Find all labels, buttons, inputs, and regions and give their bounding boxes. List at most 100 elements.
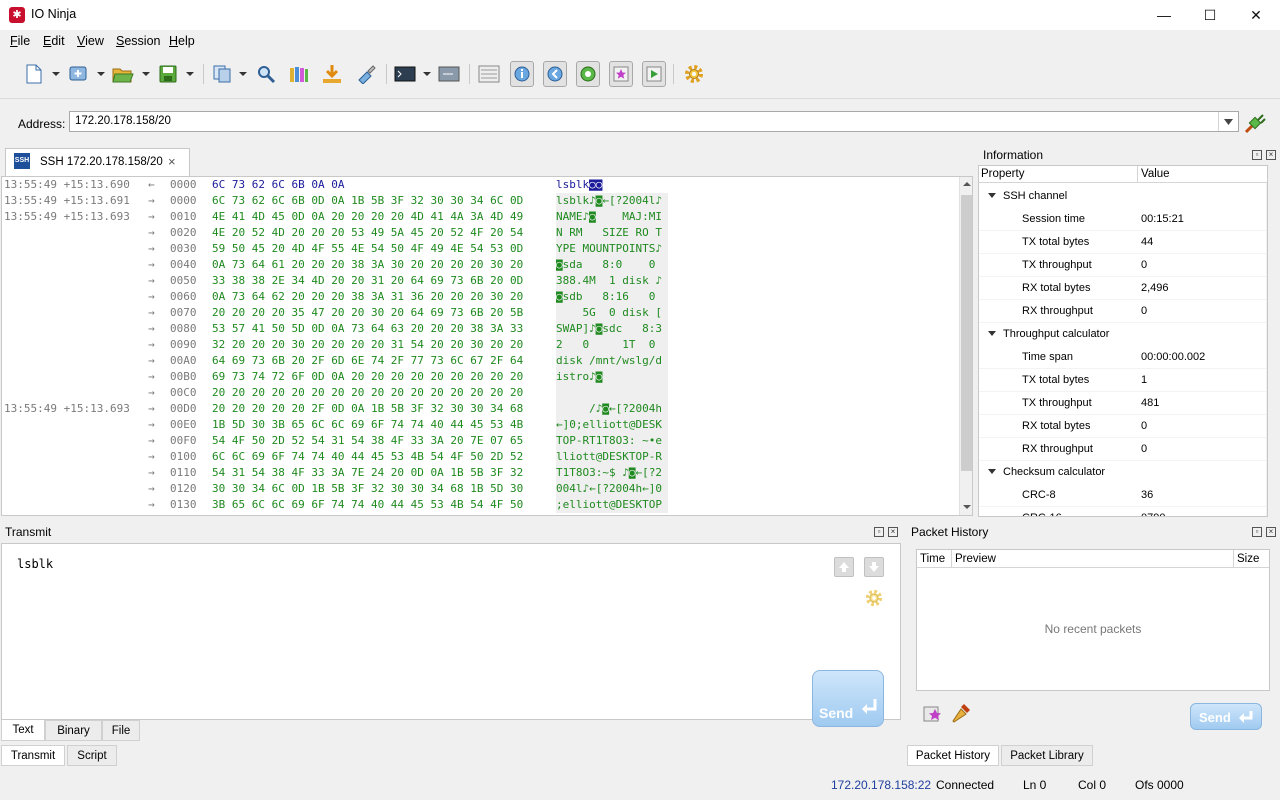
info-group-row[interactable]: Throughput calculator <box>979 323 1267 346</box>
transmit-text-area[interactable]: lsblk Send <box>1 543 901 727</box>
menu-help[interactable]: Help <box>169 34 195 48</box>
info-row[interactable]: TX total bytes 44 <box>979 231 1267 254</box>
log-row[interactable]: → 00B0 69 73 74 72 6F 0D 0A 20 20 20 20 20… <box>2 369 959 385</box>
session-tab[interactable]: SSH SSH 172.20.178.158/20 × <box>5 148 190 176</box>
float-panel-icon[interactable]: ▫ <box>874 527 884 537</box>
information-scrollbar[interactable] <box>1266 183 1268 516</box>
log-row[interactable]: 13:55:49 +15:13.693 → 00D0 20 20 20 20 20 2… <box>2 401 959 417</box>
back-icon[interactable] <box>543 61 567 87</box>
maximize-button[interactable]: ☐ <box>1187 0 1233 30</box>
add-to-library-icon[interactable] <box>922 703 944 728</box>
terminal-icon[interactable] <box>393 61 417 87</box>
info-group-row[interactable]: SSH channel <box>979 185 1267 208</box>
record-icon[interactable] <box>576 61 600 87</box>
new-session-icon[interactable] <box>22 61 46 87</box>
connect-plug-icon[interactable] <box>1243 111 1267 135</box>
settings-gear-icon[interactable] <box>682 61 706 87</box>
address-input[interactable]: 172.20.178.158/20 <box>75 115 171 127</box>
menu-file[interactable]: File <box>10 34 30 48</box>
info-row[interactable]: Time span 00:00:00.002 <box>979 346 1267 369</box>
close-panel-icon[interactable]: × <box>888 527 898 537</box>
new-plugin-dropdown-icon[interactable] <box>97 72 105 76</box>
log-row[interactable]: → 00C0 20 20 20 20 20 20 20 20 20 20 20 20… <box>2 385 959 401</box>
log-view[interactable]: 13:55:49 +15:13.690 ← 0000 6C 73 62 6C 6B 0… <box>1 176 973 516</box>
log-row[interactable]: → 0050 33 38 38 2E 34 4D 20 20 31 20 64 69… <box>2 273 959 289</box>
tab-file[interactable]: File <box>102 720 140 741</box>
terminal-dropdown-icon[interactable] <box>423 72 431 76</box>
close-tab-icon[interactable]: × <box>168 154 176 169</box>
log-row[interactable]: 13:55:49 +15:13.690 ← 0000 6C 73 62 6C 6B 0… <box>2 177 959 193</box>
tab-packet-history[interactable]: Packet History <box>907 745 999 766</box>
transmit-settings-icon[interactable] <box>864 588 884 611</box>
scroll-thumb[interactable] <box>1267 333 1268 505</box>
tab-script[interactable]: Script <box>67 745 117 766</box>
log-row[interactable]: → 00A0 64 69 73 6B 20 2F 6D 6E 74 2F 77 73… <box>2 353 959 369</box>
value-column-header[interactable]: Value <box>1141 168 1170 180</box>
clear-history-icon[interactable] <box>950 701 974 728</box>
info-row[interactable]: RX throughput 0 <box>979 438 1267 461</box>
log-row[interactable]: 13:55:49 +15:13.693 → 0010 4E 41 4D 45 0D 0… <box>2 209 959 225</box>
copy-icon[interactable] <box>210 61 234 87</box>
chevron-down-icon[interactable] <box>1218 112 1238 131</box>
log-row[interactable]: 13:55:49 +15:13.691 → 0000 6C 73 62 6C 6B 0… <box>2 193 959 209</box>
expand-arrow-icon[interactable] <box>988 193 996 198</box>
info-row[interactable]: TX total bytes 1 <box>979 369 1267 392</box>
float-panel-icon[interactable]: ▫ <box>1252 150 1262 160</box>
scroll-up-icon[interactable] <box>961 178 972 190</box>
open-dropdown-icon[interactable] <box>142 72 150 76</box>
menu-session[interactable]: Session <box>116 34 160 48</box>
log-scrollbar[interactable] <box>959 177 972 515</box>
float-panel-icon[interactable]: ▫ <box>1252 527 1262 537</box>
time-column-header[interactable]: Time <box>920 553 945 565</box>
clean-icon[interactable] <box>354 61 378 87</box>
log-row[interactable]: → 0120 30 30 34 6C 0D 1B 5B 3F 32 30 30 34… <box>2 481 959 497</box>
plugins-icon[interactable] <box>287 61 311 87</box>
close-panel-icon[interactable]: × <box>1266 150 1276 160</box>
log-row[interactable]: → 0040 0A 73 64 61 20 20 20 38 3A 30 20 20… <box>2 257 959 273</box>
log-row[interactable]: → 0030 59 50 45 20 4D 4F 55 4E 54 50 4F 49… <box>2 241 959 257</box>
tab-text[interactable]: Text <box>1 720 45 741</box>
find-icon[interactable] <box>254 61 278 87</box>
log-row[interactable]: → 0060 0A 73 64 62 20 20 20 38 3A 31 36 20… <box>2 289 959 305</box>
capture-icon[interactable] <box>320 61 344 87</box>
info-row[interactable]: RX total bytes 0 <box>979 415 1267 438</box>
tab-packet-library[interactable]: Packet Library <box>1001 745 1093 766</box>
info-group-row[interactable]: Checksum calculator <box>979 461 1267 484</box>
scroll-thumb[interactable] <box>961 195 972 471</box>
log-view-icon[interactable] <box>477 61 501 87</box>
send-terminal-icon[interactable] <box>437 61 461 87</box>
tab-transmit[interactable]: Transmit <box>1 745 65 766</box>
expand-arrow-icon[interactable] <box>988 331 996 336</box>
history-up-icon[interactable] <box>834 557 854 577</box>
info-row[interactable]: RX total bytes 2,496 <box>979 277 1267 300</box>
send-button[interactable]: Send <box>812 670 884 727</box>
new-plugin-icon[interactable] <box>67 61 91 87</box>
menu-view[interactable]: View <box>77 34 104 48</box>
info-row[interactable]: CRC-8 36 <box>979 484 1267 507</box>
star-icon[interactable] <box>609 61 633 87</box>
expand-arrow-icon[interactable] <box>988 469 996 474</box>
log-row[interactable]: → 0070 20 20 20 20 35 47 20 20 30 20 64 69… <box>2 305 959 321</box>
info-icon[interactable] <box>510 61 534 87</box>
info-row[interactable]: TX throughput 481 <box>979 392 1267 415</box>
info-row[interactable]: Session time 00:15:21 <box>979 208 1267 231</box>
packet-history-table[interactable]: Time Preview Size No recent packets <box>916 549 1270 691</box>
menu-edit[interactable]: Edit <box>43 34 65 48</box>
preview-column-header[interactable]: Preview <box>955 553 996 565</box>
transmit-text[interactable]: lsblk <box>17 557 53 571</box>
packet-send-button[interactable]: Send <box>1190 703 1262 730</box>
copy-dropdown-icon[interactable] <box>239 72 247 76</box>
scroll-down-icon[interactable] <box>961 501 972 513</box>
info-row[interactable]: RX throughput 0 <box>979 300 1267 323</box>
size-column-header[interactable]: Size <box>1237 553 1259 565</box>
log-row[interactable]: → 00F0 54 4F 50 2D 52 54 31 54 38 4F 33 3A… <box>2 433 959 449</box>
close-panel-icon[interactable]: × <box>1266 527 1276 537</box>
minimize-button[interactable]: — <box>1141 0 1187 30</box>
save-icon[interactable] <box>156 61 180 87</box>
log-row[interactable]: → 0100 6C 6C 69 6F 74 74 40 44 45 53 4B 54… <box>2 449 959 465</box>
address-combobox[interactable]: 172.20.178.158/20 <box>69 111 1239 132</box>
property-column-header[interactable]: Property <box>981 168 1024 180</box>
save-dropdown-icon[interactable] <box>186 72 194 76</box>
play-icon[interactable] <box>642 61 666 87</box>
tab-binary[interactable]: Binary <box>45 720 102 741</box>
